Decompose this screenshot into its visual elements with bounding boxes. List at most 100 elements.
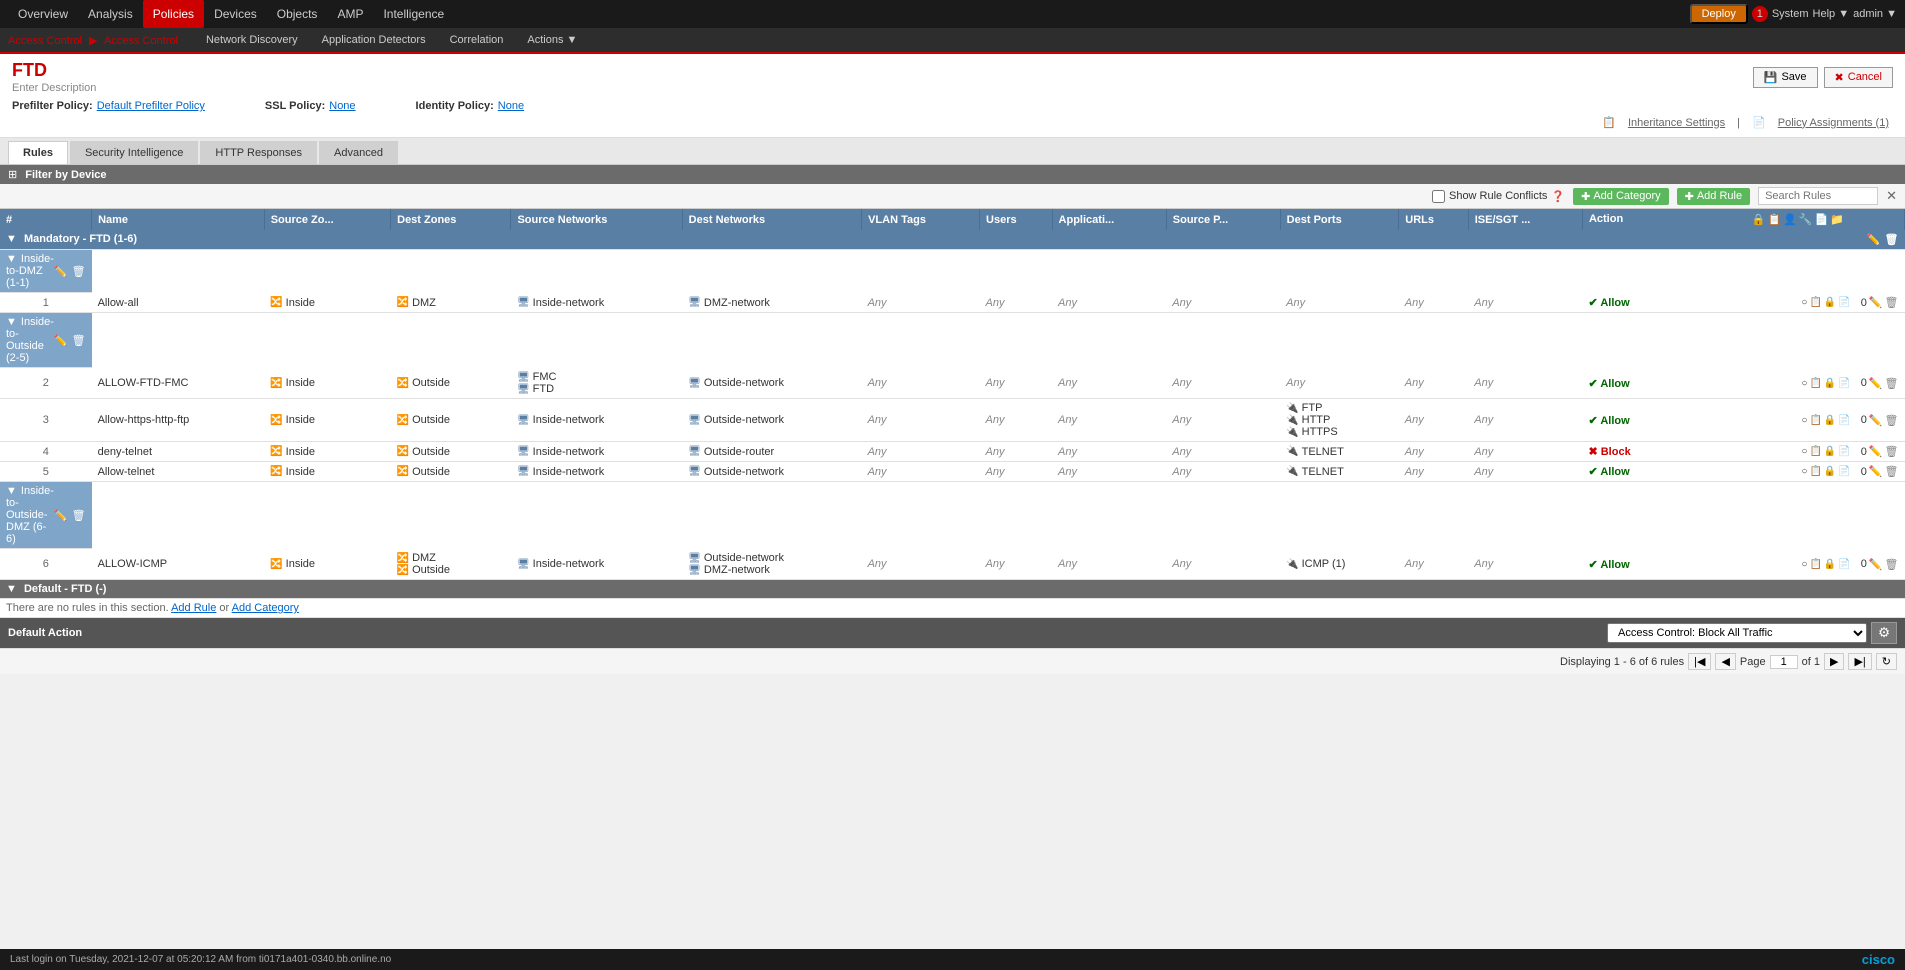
close-search-button[interactable]: ✕ <box>1886 188 1897 204</box>
tab-rules[interactable]: Rules <box>8 141 68 164</box>
admin-menu[interactable]: admin ▼ <box>1853 8 1897 20</box>
row-edit-icon[interactable]: ✏️ <box>1869 377 1883 390</box>
row-num: 3 <box>0 399 92 442</box>
add-category-link[interactable]: Add Category <box>232 602 299 614</box>
alert-badge[interactable]: 1 <box>1752 6 1768 22</box>
page-input[interactable] <box>1770 655 1798 669</box>
mandatory-edit-icon[interactable]: ✏️ <box>1867 233 1881 246</box>
tab-actions[interactable]: Actions ▼ <box>515 27 589 53</box>
row-act-icon4[interactable]: 📄 <box>1838 559 1850 570</box>
tab-correlation[interactable]: Correlation <box>438 27 516 53</box>
row-delete-icon[interactable]: 🗑 <box>1885 558 1899 571</box>
mandatory-delete-icon[interactable]: 🗑 <box>1885 233 1899 246</box>
breadcrumb-left[interactable]: Access Control <box>8 35 82 47</box>
row-delete-icon[interactable]: 🗑 <box>1885 296 1899 309</box>
first-page-button[interactable]: |◀ <box>1688 653 1711 670</box>
row-delete-icon[interactable]: 🗑 <box>1885 377 1899 390</box>
row-act-icon1[interactable]: ○ <box>1801 415 1807 426</box>
row-users: Any <box>980 442 1053 462</box>
prefilter-link[interactable]: Default Prefilter Policy <box>97 100 205 112</box>
row-act-icon3[interactable]: 🔒 <box>1824 378 1836 389</box>
row-delete-icon[interactable]: 🗑 <box>1885 445 1899 458</box>
deploy-button[interactable]: Deploy <box>1690 4 1748 24</box>
row-act-icon3[interactable]: 🔒 <box>1824 446 1836 457</box>
nav-analysis[interactable]: Analysis <box>78 0 143 28</box>
prev-page-button[interactable]: ◀ <box>1715 653 1735 670</box>
cat-delete-icon[interactable]: 🗑 <box>72 265 86 278</box>
tab-network-discovery[interactable]: Network Discovery <box>194 27 310 53</box>
default-action-bar: Default Action Access Control: Block All… <box>0 618 1905 648</box>
row-act-icon2[interactable]: 📋 <box>1809 559 1821 570</box>
nav-objects[interactable]: Objects <box>267 0 328 28</box>
nav-policies[interactable]: Policies <box>143 0 204 28</box>
row-act-icon4[interactable]: 📄 <box>1838 466 1850 477</box>
row-ise: Any <box>1468 549 1582 580</box>
row-edit-icon[interactable]: ✏️ <box>1869 296 1883 309</box>
next-page-button[interactable]: ▶ <box>1824 653 1844 670</box>
tab-advanced[interactable]: Advanced <box>319 141 398 164</box>
cancel-button[interactable]: ✖ Cancel <box>1824 67 1893 88</box>
row-act-icon4[interactable]: 📄 <box>1838 297 1850 308</box>
default-action-dropdown[interactable]: Access Control: Block All Traffic <box>1607 623 1867 643</box>
show-conflicts-checkbox[interactable] <box>1432 190 1445 203</box>
row-vlan: Any <box>862 442 980 462</box>
add-rule-link[interactable]: Add Rule <box>171 602 216 614</box>
cat-edit-icon[interactable]: ✏️ <box>54 265 68 278</box>
default-action-settings-btn[interactable]: ⚙ <box>1871 622 1897 644</box>
second-nav: Access Control ▶ Access Control Network … <box>0 28 1905 54</box>
nav-intelligence[interactable]: Intelligence <box>373 0 454 28</box>
row-delete-icon[interactable]: 🗑 <box>1885 465 1899 478</box>
row-edit-icon[interactable]: ✏️ <box>1869 414 1883 427</box>
last-page-button[interactable]: ▶| <box>1848 653 1871 670</box>
row-act-icon4[interactable]: 📄 <box>1838 378 1850 389</box>
add-category-button[interactable]: ✚ Add Category <box>1573 188 1668 205</box>
row-act-icon2[interactable]: 📋 <box>1809 378 1821 389</box>
help-menu[interactable]: Help ▼ <box>1813 8 1850 20</box>
cat-odz-delete-icon[interactable]: 🗑 <box>72 509 86 522</box>
row-act-icon2[interactable]: 📋 <box>1809 466 1821 477</box>
nav-devices[interactable]: Devices <box>204 0 267 28</box>
tab-security-intelligence[interactable]: Security Intelligence <box>70 141 198 164</box>
row-act-icon1[interactable]: ○ <box>1801 378 1807 389</box>
policy-assignments[interactable]: Policy Assignments (1) <box>1778 117 1889 129</box>
row-edit-icon[interactable]: ✏️ <box>1869 445 1883 458</box>
col-icon-3: 👤 <box>1783 213 1797 226</box>
of-label: of 1 <box>1802 656 1820 668</box>
breadcrumb-right[interactable]: Access Control <box>104 35 178 47</box>
row-act-icon2[interactable]: 📋 <box>1809 297 1821 308</box>
row-act-icon3[interactable]: 🔒 <box>1824 559 1836 570</box>
add-rule-button[interactable]: ✚ Add Rule <box>1677 188 1750 205</box>
row-act-icon3[interactable]: 🔒 <box>1824 297 1836 308</box>
row-act-icon1[interactable]: ○ <box>1801 559 1807 570</box>
row-act-icon1[interactable]: ○ <box>1801 446 1807 457</box>
status-bar: Last login on Tuesday, 2021-12-07 at 05:… <box>0 949 1905 970</box>
identity-link[interactable]: None <box>498 100 524 112</box>
tab-application-detectors[interactable]: Application Detectors <box>310 27 438 53</box>
cat-odz-edit-icon[interactable]: ✏️ <box>54 509 68 522</box>
refresh-button[interactable]: ↻ <box>1876 653 1897 670</box>
row-act-icon2[interactable]: 📋 <box>1809 415 1821 426</box>
nav-amp[interactable]: AMP <box>327 0 373 28</box>
system-link[interactable]: System <box>1772 8 1809 20</box>
cat-outside-edit-icon[interactable]: ✏️ <box>54 334 68 347</box>
row-act-icon3[interactable]: 🔒 <box>1824 466 1836 477</box>
row-act-icon4[interactable]: 📄 <box>1838 446 1850 457</box>
search-rules-input[interactable] <box>1758 187 1878 205</box>
nav-overview[interactable]: Overview <box>8 0 78 28</box>
inheritance-settings[interactable]: Inheritance Settings <box>1628 117 1725 129</box>
row-edit-icon[interactable]: ✏️ <box>1869 558 1883 571</box>
row-act-icon4[interactable]: 📄 <box>1838 415 1850 426</box>
row-act-icon3[interactable]: 🔒 <box>1824 415 1836 426</box>
ssl-link[interactable]: None <box>329 100 355 112</box>
cat-outside-delete-icon[interactable]: 🗑 <box>72 334 86 347</box>
row-act-icon1[interactable]: ○ <box>1801 297 1807 308</box>
row-urls: Any <box>1399 293 1468 313</box>
row-delete-icon[interactable]: 🗑 <box>1885 414 1899 427</box>
row-act-icon1[interactable]: ○ <box>1801 466 1807 477</box>
row-edit-icon[interactable]: ✏️ <box>1869 465 1883 478</box>
default-action-label: Default Action <box>8 627 82 639</box>
category-inside-outside-dmz: ▼Inside-to-Outside-DMZ (6-6) ✏️ 🗑 <box>0 482 1905 550</box>
row-act-icon2[interactable]: 📋 <box>1809 446 1821 457</box>
tab-http-responses[interactable]: HTTP Responses <box>200 141 317 164</box>
save-button[interactable]: 💾 Save <box>1753 67 1818 88</box>
